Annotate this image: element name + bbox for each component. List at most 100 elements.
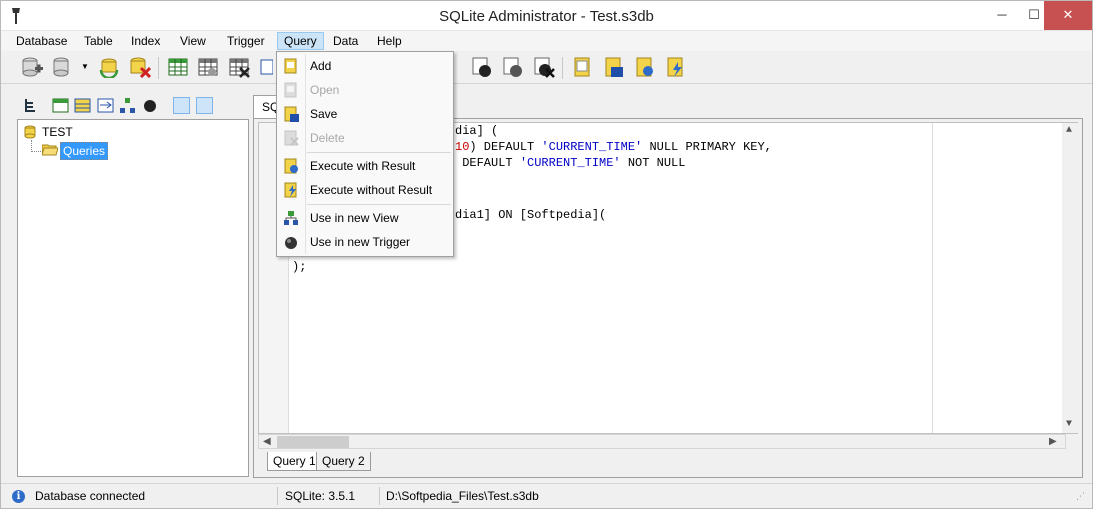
title-bar: SQLite Administrator - Test.s3db ─ ☐ ✕ (1, 1, 1092, 31)
code-line-3: DEFAULT 'CURRENT_TIME' NOT NULL (455, 155, 685, 171)
tab-query-1[interactable]: Query 1 (267, 452, 322, 471)
menu-item-delete[interactable]: Delete (277, 127, 453, 149)
tab-query-2[interactable]: Query 2 (316, 452, 371, 471)
execute-result-icon (284, 158, 298, 174)
menu-item-execute-without-result[interactable]: Execute without Result (277, 179, 453, 201)
new-trigger-toolbar-icon[interactable] (471, 56, 493, 78)
tree-node-root-label: TEST (42, 125, 73, 139)
query-tabs: Query 1 Query 2 (259, 452, 659, 474)
menu-item-use-in-new-trigger[interactable]: Use in new Trigger (277, 231, 453, 253)
status-bar: i Database connected SQLite: 3.5.1 D:\So… (1, 483, 1092, 508)
code-text: dia1] ON [Softpedia]( (455, 208, 607, 222)
save-query-icon (284, 106, 299, 122)
tables-filter-icon[interactable] (52, 97, 69, 114)
tree-node-queries-label: Queries (60, 142, 109, 160)
menu-item-label: Use in new View (310, 211, 399, 225)
open-database-icon[interactable] (51, 56, 73, 78)
execute-no-result-icon (284, 182, 297, 198)
folder-open-icon (42, 144, 58, 156)
tree-toolbar (17, 95, 247, 119)
index-icon[interactable] (259, 56, 273, 78)
edit-trigger-icon[interactable] (502, 56, 524, 78)
code-number: 10 (455, 140, 470, 154)
menu-data[interactable]: Data (327, 33, 364, 51)
open-query-icon (284, 82, 297, 98)
app-window: SQLite Administrator - Test.s3db ─ ☐ ✕ D… (0, 0, 1093, 509)
code-text: NULL PRIMARY KEY, (642, 140, 772, 154)
database-tree: TEST Queries (17, 119, 249, 477)
menu-item-label: Save (310, 107, 338, 121)
menu-item-label: Delete (310, 131, 345, 145)
open-query-toolbar-icon[interactable] (571, 56, 593, 78)
main-toolbar: ▼ (1, 52, 1092, 84)
tree-node-queries[interactable]: Queries (40, 142, 120, 160)
save-query-toolbar-icon[interactable] (602, 56, 624, 78)
window-title: SQLite Administrator - Test.s3db (439, 8, 654, 25)
indexes-filter-icon[interactable] (74, 97, 91, 114)
queries-view-icon[interactable] (196, 97, 213, 114)
chevron-down-icon[interactable]: ▼ (81, 56, 91, 78)
menu-index[interactable]: Index (125, 33, 166, 51)
menu-separator (307, 152, 451, 153)
code-text: NOT NULL (620, 156, 686, 170)
horizontal-scroll-thumb[interactable] (277, 436, 349, 448)
code-text: ); (292, 260, 307, 274)
scroll-right-icon[interactable]: ▶ (1049, 436, 1057, 447)
menu-bar: Database Table Index View Trigger Query … (1, 31, 1092, 51)
menu-help[interactable]: Help (371, 33, 408, 51)
new-database-icon[interactable] (21, 56, 43, 78)
delete-trigger-icon[interactable] (533, 56, 555, 78)
menu-item-save[interactable]: Save (277, 103, 453, 125)
delete-database-icon[interactable] (129, 56, 151, 78)
execute-no-result-toolbar-icon[interactable] (664, 56, 686, 78)
menu-item-label: Add (310, 59, 332, 73)
new-view-icon (284, 211, 298, 225)
menu-item-add[interactable]: Add (277, 55, 453, 77)
queries-filter-icon[interactable] (173, 97, 190, 114)
scroll-up-icon[interactable]: ▲ (1066, 125, 1072, 136)
resize-grip-icon[interactable]: ⋰ (1076, 491, 1088, 503)
code-text: ) DEFAULT (469, 140, 542, 154)
new-trigger-icon (285, 237, 297, 249)
menu-item-label: Execute with Result (310, 159, 416, 173)
tree-view-icon[interactable] (23, 97, 40, 114)
menu-query[interactable]: Query (277, 32, 324, 50)
code-text: dia] ( (455, 124, 499, 138)
code-string: 'CURRENT_TIME' (541, 140, 643, 154)
menu-item-open[interactable]: Open (277, 79, 453, 101)
code-line-1: dia] ( (455, 123, 498, 139)
status-message: Database connected (35, 489, 146, 503)
delete-table-icon[interactable] (228, 56, 250, 78)
status-divider (277, 487, 278, 505)
query-menu-dropdown: Add Open Save Delete Execute with Result… (276, 51, 454, 257)
views-filter-icon[interactable] (97, 97, 114, 114)
edit-table-icon[interactable] (197, 56, 219, 78)
status-divider (379, 487, 380, 505)
database-icon (24, 125, 36, 139)
new-table-icon[interactable] (167, 56, 189, 78)
scroll-down-icon[interactable]: ▼ (1066, 419, 1072, 430)
menu-table[interactable]: Table (78, 33, 119, 51)
menu-item-use-in-new-view[interactable]: Use in new View (277, 207, 453, 229)
close-button[interactable]: ✕ (1044, 1, 1092, 30)
horizontal-scrollbar[interactable]: ◀ ▶ (258, 434, 1066, 449)
menu-item-label: Execute without Result (310, 183, 433, 197)
editor-right-margin (932, 123, 933, 433)
scroll-left-icon[interactable]: ◀ (263, 436, 271, 447)
vertical-scrollbar[interactable]: ▲ ▼ (1062, 123, 1078, 433)
triggers-filter-icon[interactable] (142, 97, 159, 114)
add-query-icon (284, 58, 297, 74)
code-string: 'CURRENT_TIME' (519, 156, 621, 170)
toolbar-separator (562, 57, 563, 79)
status-path: D:\Softpedia_Files\Test.s3db (386, 489, 539, 503)
menu-trigger[interactable]: Trigger (221, 33, 271, 51)
execute-query-toolbar-icon[interactable] (633, 56, 655, 78)
refresh-database-icon[interactable] (98, 56, 120, 78)
menu-item-label: Use in new Trigger (310, 235, 411, 249)
menu-view[interactable]: View (174, 33, 212, 51)
menu-database[interactable]: Database (10, 33, 73, 51)
toolbar-separator (158, 57, 159, 79)
menu-item-execute-with-result[interactable]: Execute with Result (277, 155, 453, 177)
hierarchy-filter-icon[interactable] (119, 97, 136, 114)
status-version: SQLite: 3.5.1 (285, 489, 356, 503)
